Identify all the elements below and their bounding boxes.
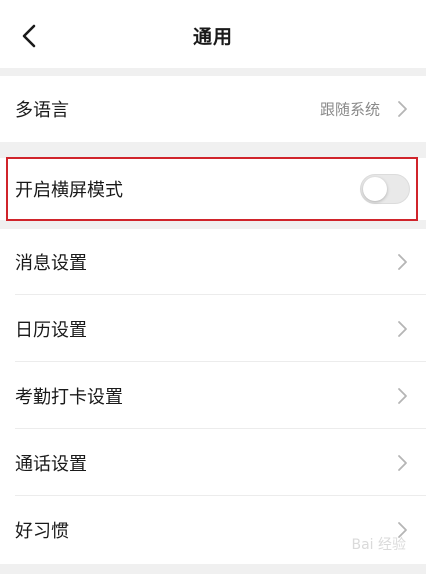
settings-row-language[interactable]: 多语言 跟随系统: [0, 76, 426, 142]
row-value: 跟随系统: [319, 100, 380, 119]
chevron-right-icon: [398, 387, 407, 404]
row-label: 考勤打卡设置: [15, 386, 123, 408]
toggle-knob: [363, 177, 387, 201]
settings-row-call[interactable]: 通话设置: [0, 429, 426, 496]
settings-row-message[interactable]: 消息设置: [0, 229, 426, 295]
settings-row-calendar[interactable]: 日历设置: [0, 295, 426, 362]
settings-row-landscape-mode: 开启横屏模式: [0, 158, 426, 220]
chevron-right-icon: [398, 101, 407, 117]
settings-row-attendance[interactable]: 考勤打卡设置: [0, 362, 426, 429]
row-label: 日历设置: [15, 319, 87, 341]
page-title: 通用: [192, 26, 233, 48]
row-label: 好习惯: [15, 521, 69, 542]
chevron-right-icon: [398, 254, 407, 270]
row-label: 通话设置: [15, 453, 87, 475]
row-label: 多语言: [15, 100, 69, 121]
landscape-mode-toggle[interactable]: [360, 174, 410, 204]
row-label: 消息设置: [15, 253, 87, 274]
chevron-right-icon: [398, 454, 407, 471]
row-label: 开启横屏模式: [15, 180, 123, 201]
watermark: Bai 经验: [351, 537, 406, 553]
top-bar: 通用: [0, 0, 426, 68]
chevron-right-icon: [398, 320, 407, 337]
